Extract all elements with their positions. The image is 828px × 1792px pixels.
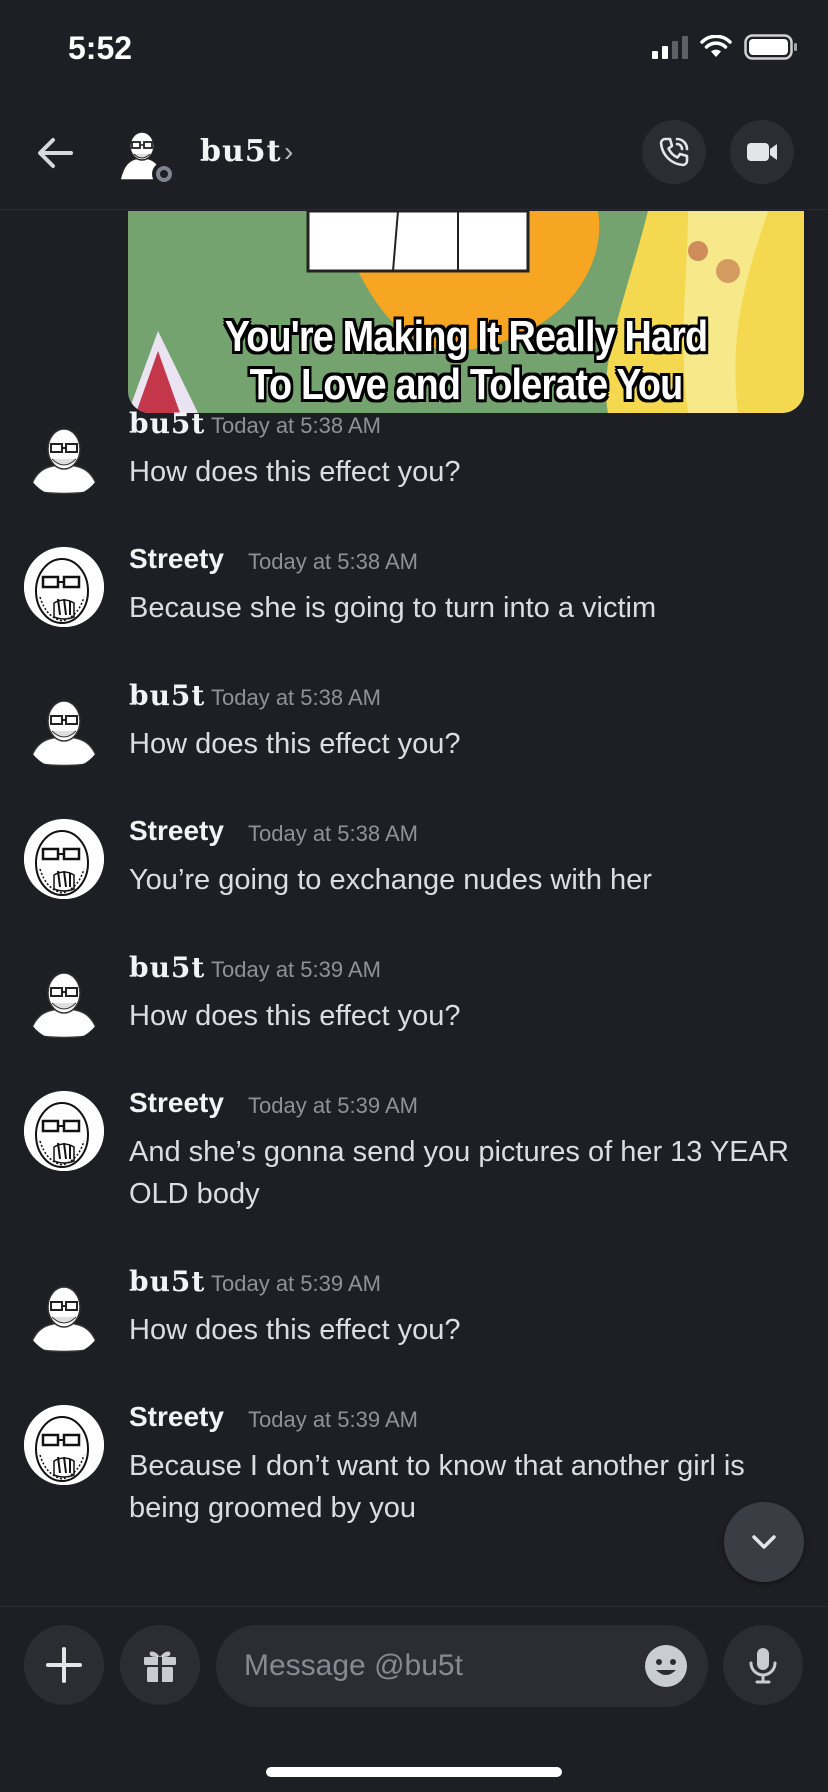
author-name[interactable]: bu5t [129, 1265, 205, 1298]
author-avatar[interactable] [24, 961, 104, 1041]
chevron-down-icon [752, 1535, 776, 1549]
message-timestamp: Today at 5:38 AM [211, 685, 381, 710]
message-text: How does this effect you? [129, 456, 461, 488]
status-bar: 5:52 [0, 0, 828, 100]
message-timestamp: Today at 5:39 AM [211, 957, 381, 982]
bust-avatar-image [29, 972, 99, 1039]
message-text: How does this effect you? [129, 1314, 461, 1346]
offline-status-icon [152, 162, 176, 186]
dm-screen: 5:52 bu5t › You're Making It Really Hard… [0, 0, 828, 1792]
streety-avatar-image [24, 1405, 104, 1485]
phone-icon [659, 137, 689, 167]
status-time: 5:52 [68, 30, 133, 66]
author-name[interactable]: bu5t [129, 679, 205, 712]
wifi-icon [700, 35, 732, 57]
author-avatar[interactable] [24, 417, 104, 497]
chat-header: bu5t › [0, 100, 828, 210]
microphone-icon [749, 1648, 777, 1684]
message-timestamp: Today at 5:38 AM [248, 549, 418, 574]
author-avatar[interactable] [24, 819, 104, 899]
author-name[interactable]: Streety [129, 543, 224, 575]
message-timestamp: Today at 5:39 AM [211, 1271, 381, 1296]
author-name[interactable]: Streety [129, 1401, 224, 1433]
gift-button[interactable] [120, 1625, 200, 1705]
streety-avatar-image [24, 819, 104, 899]
header-username[interactable]: bu5t [200, 134, 282, 169]
message-list[interactable]: You're Making It Really Hard To Love and… [0, 211, 828, 1606]
message-input-container[interactable] [216, 1625, 708, 1707]
voice-message-button[interactable] [723, 1625, 803, 1705]
bust-avatar-image [29, 700, 99, 767]
back-button[interactable] [30, 128, 80, 178]
message-text: Because I don’t want to know that anothe… [129, 1450, 745, 1524]
message-timestamp: Today at 5:39 AM [248, 1407, 418, 1432]
attachment-caption: You're Making It Really Hard To Love and… [175, 313, 756, 409]
author-avatar[interactable] [24, 1405, 104, 1485]
author-avatar[interactable] [24, 1091, 104, 1171]
author-name[interactable]: Streety [129, 1087, 224, 1119]
message-text: You’re going to exchange nudes with her [129, 864, 652, 896]
author-name[interactable]: bu5t [129, 407, 205, 440]
home-indicator [266, 1767, 562, 1777]
voice-call-button[interactable] [642, 120, 706, 184]
plus-icon [46, 1647, 82, 1683]
message-text: How does this effect you? [129, 728, 461, 760]
message-composer [0, 1606, 828, 1792]
message-text: And she’s gonna send you pictures of her… [129, 1136, 789, 1210]
message-text: Because she is going to turn into a vict… [129, 592, 657, 624]
jump-to-bottom-button[interactable] [724, 1502, 804, 1582]
message-timestamp: Today at 5:38 AM [211, 413, 381, 438]
emoji-icon [645, 1645, 687, 1687]
author-name[interactable]: bu5t [129, 951, 205, 984]
add-attachment-button[interactable] [24, 1625, 104, 1705]
gift-icon [144, 1651, 176, 1682]
message-input[interactable] [244, 1625, 604, 1707]
back-arrow-icon [38, 138, 73, 168]
author-avatar[interactable] [24, 1275, 104, 1355]
status-icons [652, 34, 798, 60]
caption-line-2: To Love and Tolerate You [249, 360, 684, 409]
bust-avatar-image [29, 1286, 99, 1353]
message-timestamp: Today at 5:39 AM [248, 1093, 418, 1118]
chevron-right-icon[interactable]: › [284, 136, 293, 168]
image-attachment[interactable]: You're Making It Really Hard To Love and… [128, 211, 804, 413]
streety-avatar-image [24, 1091, 104, 1171]
message-text: How does this effect you? [129, 1000, 461, 1032]
battery-icon [744, 34, 797, 60]
emoji-button[interactable] [642, 1642, 690, 1690]
cellular-signal-icon [652, 35, 688, 59]
streety-avatar-image [24, 547, 104, 627]
message-timestamp: Today at 5:38 AM [248, 821, 418, 846]
video-call-button[interactable] [730, 120, 794, 184]
author-name[interactable]: Streety [129, 815, 224, 847]
author-avatar[interactable] [24, 547, 104, 627]
author-avatar[interactable] [24, 689, 104, 769]
caption-line-1: You're Making It Really Hard [224, 312, 708, 361]
video-camera-icon [747, 143, 777, 161]
bust-avatar-image [29, 428, 99, 495]
